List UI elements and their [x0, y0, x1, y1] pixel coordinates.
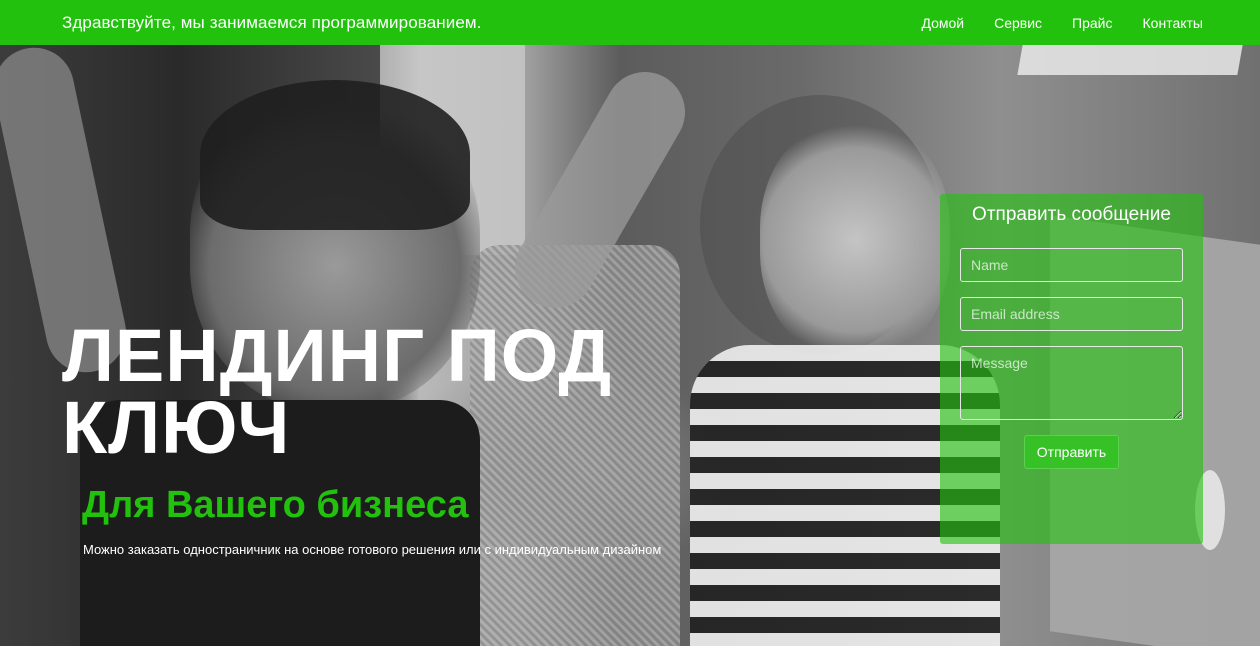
brand-link[interactable]: Здравствуйте, мы занимаемся программиров… [62, 13, 482, 33]
hero-headline-line1: ЛЕНДИНГ ПОД [62, 314, 613, 397]
nav-link-contacts[interactable]: Контакты [1128, 15, 1218, 31]
name-input[interactable] [960, 248, 1183, 282]
hero-subheadline: Для Вашего бизнеса [82, 484, 469, 526]
hero-description: Можно заказать одностраничник на основе … [83, 542, 662, 557]
nav-link-service[interactable]: Сервис [979, 15, 1057, 31]
bg-girl-face [760, 120, 950, 360]
hero-headline-line2: КЛЮЧ [62, 386, 291, 469]
nav-link-home[interactable]: Домой [906, 15, 979, 31]
top-navbar: Здравствуйте, мы занимаемся программиров… [0, 0, 1260, 45]
contact-form: Отправить сообщение Отправить [940, 194, 1203, 544]
hero-headline: ЛЕНДИНГ ПОД КЛЮЧ [62, 319, 702, 465]
nav-menu: Домой Сервис Прайс Контакты [906, 15, 1218, 31]
message-textarea[interactable] [960, 346, 1183, 420]
nav-link-price[interactable]: Прайс [1057, 15, 1127, 31]
bg-boy-hair [200, 80, 470, 230]
bg-ceiling-light [1017, 45, 1243, 75]
submit-button[interactable]: Отправить [1024, 435, 1119, 469]
contact-form-title: Отправить сообщение [972, 204, 1171, 225]
email-input[interactable] [960, 297, 1183, 331]
